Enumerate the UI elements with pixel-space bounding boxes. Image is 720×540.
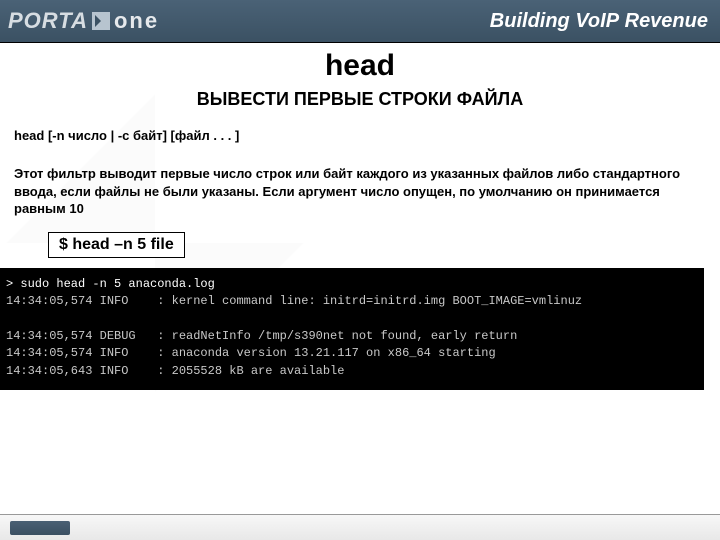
terminal-output: > sudo head -n 5 anaconda.log 14:34:05,5… [0,268,704,390]
tagline-ip: IP [600,10,619,32]
tagline-suffix: Revenue [619,10,708,32]
terminal-line: 14:34:05,574 INFO : kernel command line:… [6,294,582,308]
tagline-prefix: Building Vo [490,10,600,32]
logo-text-one: one [114,8,159,34]
example-command-box: $ head –n 5 file [48,232,185,258]
terminal-line: > sudo head -n 5 anaconda.log [6,277,215,291]
terminal-line: 14:34:05,574 DEBUG : readNetInfo /tmp/s3… [6,329,517,343]
footer-chip-icon [10,521,70,535]
logo-mark-icon [92,12,110,30]
syntax-line: head [-n число | -c байт] [файл . . . ] [14,128,706,143]
tagline: Building VoIP Revenue [490,10,708,33]
header-band: PORTA one Building VoIP Revenue [0,0,720,42]
page-title: head [14,49,706,83]
terminal-line: 14:34:05,574 INFO : anaconda version 13.… [6,346,496,360]
content-area: head ВЫВЕСТИ ПЕРВЫЕ СТРОКИ ФАЙЛА head [-… [0,43,720,258]
logo: PORTA one [8,8,159,34]
footer-band [0,514,720,540]
page-subtitle: ВЫВЕСТИ ПЕРВЫЕ СТРОКИ ФАЙЛА [14,89,706,110]
terminal-line: 14:34:05,643 INFO : 2055528 kB are avail… [6,364,344,378]
logo-text-porta: PORTA [8,8,88,34]
description-text: Этот фильтр выводит первые число строк и… [14,165,706,218]
